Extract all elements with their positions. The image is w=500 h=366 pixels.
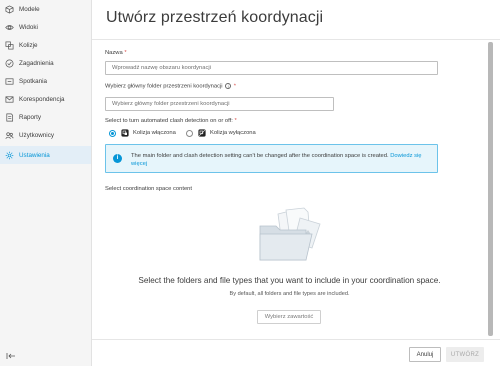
- cube-icon: [5, 4, 14, 14]
- cancel-button[interactable]: Anuluj: [409, 347, 441, 362]
- sidebar-item-label: Korespondencja: [19, 95, 65, 103]
- sidebar-item-widoki[interactable]: Widoki: [0, 18, 91, 36]
- name-label: Nazwa *: [105, 50, 127, 56]
- clash-icon: [5, 41, 14, 50]
- clash-on-icon: [121, 129, 129, 137]
- content-section-label: Select coordination space content: [105, 186, 193, 192]
- clash-off-icon: [198, 129, 206, 137]
- collapse-sidebar-icon[interactable]: [6, 348, 16, 359]
- header-divider: [92, 39, 500, 40]
- page-title: Utwórz przestrzeń koordynacji: [106, 9, 324, 26]
- sidebar-item-label: Raporty: [19, 113, 42, 121]
- folder-input[interactable]: Wybierz główny folder przestrzeni koordy…: [105, 97, 334, 111]
- name-input[interactable]: Wprowadź nazwę obszaru koordynacji: [105, 61, 438, 75]
- info-icon[interactable]: i: [225, 83, 232, 89]
- info-banner: i The main folder and clash detection se…: [105, 144, 438, 173]
- sidebar-item-label: Zagadnienia: [19, 59, 54, 67]
- empty-state-subtitle: By default, all folders and file types a…: [229, 291, 350, 297]
- folder-files-illustration: [259, 207, 321, 261]
- mail-icon: [5, 95, 14, 104]
- folder-label: Wybierz główny folder przestrzeni koordy…: [105, 83, 237, 90]
- radio-button[interactable]: [186, 129, 193, 137]
- radio-button[interactable]: [109, 129, 116, 137]
- meeting-icon: [5, 77, 14, 86]
- eye-icon: [5, 23, 14, 32]
- report-icon: [5, 113, 14, 122]
- sidebar-item-kolizje[interactable]: Kolizje: [0, 36, 91, 54]
- sidebar-item-modele[interactable]: Modele: [0, 0, 91, 18]
- empty-state-title: Select the folders and file types that y…: [138, 276, 441, 285]
- scrollbar[interactable]: [488, 42, 493, 336]
- issue-check-icon: [5, 59, 14, 68]
- sidebar-item-label: Widoki: [19, 23, 38, 31]
- sidebar-item-zagadnienia[interactable]: Zagadnienia: [0, 54, 91, 72]
- clash-label: Select to turn automated clash detection…: [105, 118, 237, 124]
- info-icon: i: [113, 154, 122, 163]
- sidebar-item-label: Modele: [19, 5, 40, 13]
- users-icon: [5, 131, 14, 140]
- clash-off-radio[interactable]: Kolizja wyłączona: [186, 129, 256, 137]
- clash-on-radio[interactable]: Kolizja włączona: [109, 129, 176, 137]
- sidebar-item-spotkania[interactable]: Spotkania: [0, 72, 91, 90]
- clash-on-label: Kolizja włączona: [133, 130, 176, 136]
- sidebar-item-uzytkownicy[interactable]: Użytkownicy: [0, 126, 91, 144]
- gear-icon: [5, 151, 14, 160]
- sidebar-item-ustawienia[interactable]: Ustawienia: [0, 146, 91, 164]
- choose-content-button[interactable]: Wybierz zawartość: [257, 310, 321, 324]
- create-button[interactable]: UTWÓRZ: [446, 347, 484, 362]
- sidebar-item-label: Użytkownicy: [19, 131, 54, 139]
- footer-divider: [92, 339, 500, 340]
- sidebar-item-label: Ustawienia: [19, 151, 50, 159]
- sidebar-item-raporty[interactable]: Raporty: [0, 108, 91, 126]
- banner-text: The main folder and clash detection sett…: [131, 153, 422, 167]
- clash-off-label: Kolizja wyłączona: [210, 130, 256, 136]
- sidebar-item-label: Spotkania: [19, 77, 48, 85]
- sidebar: Modele Widoki Kolizje Zagadnienia Spotka…: [0, 0, 92, 366]
- sidebar-item-korespondencja[interactable]: Korespondencja: [0, 90, 91, 108]
- sidebar-item-label: Kolizje: [19, 41, 38, 49]
